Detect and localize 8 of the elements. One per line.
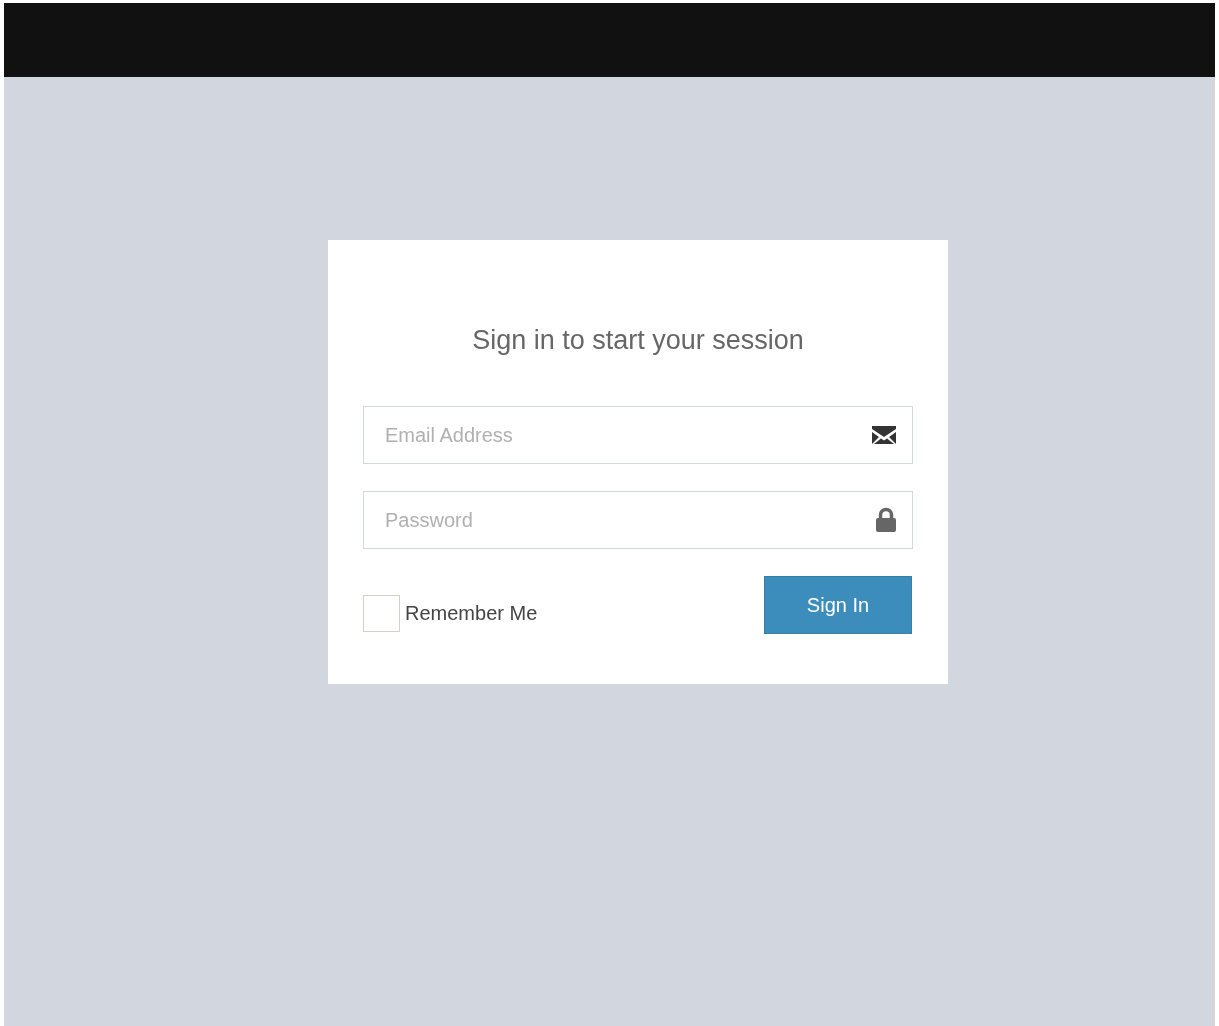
login-title: Sign in to start your session (471, 325, 805, 356)
sign-in-button[interactable]: Sign In (764, 576, 912, 634)
remember-checkbox[interactable] (363, 595, 400, 632)
password-field[interactable]: Password (363, 491, 913, 549)
remember-label: Remember Me (405, 602, 538, 625)
envelope-icon (871, 425, 897, 445)
lock-icon (875, 507, 897, 533)
email-field[interactable]: Email Address (363, 406, 913, 464)
